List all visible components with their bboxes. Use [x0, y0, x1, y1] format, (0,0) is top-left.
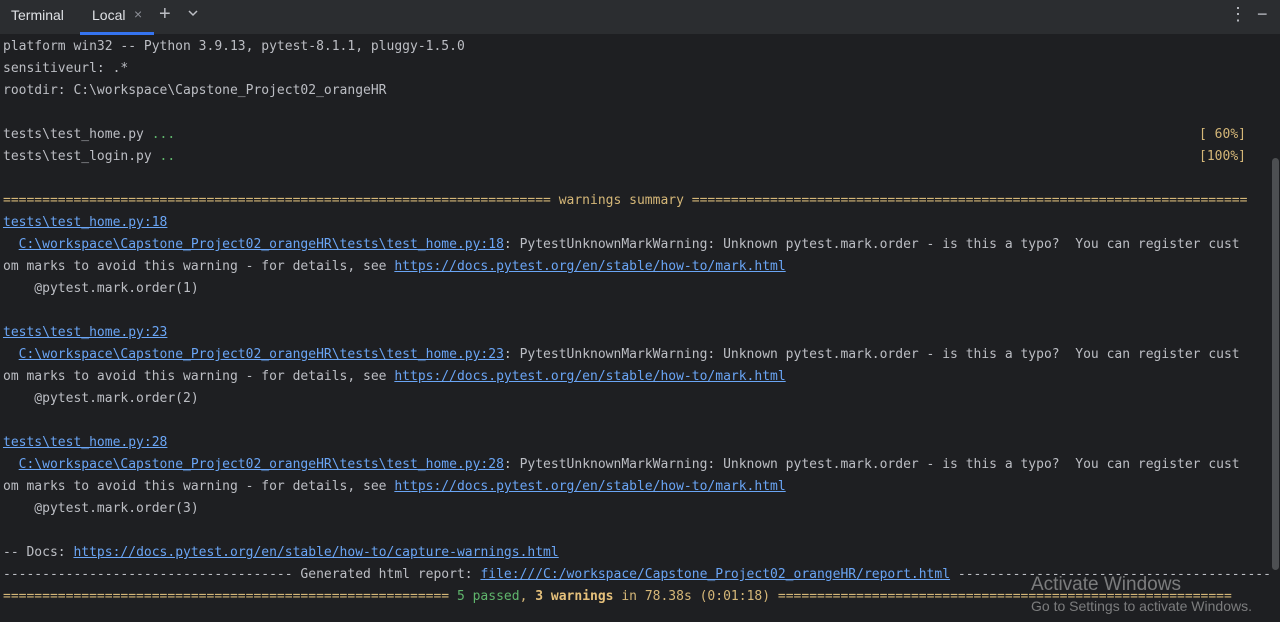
tab-local-label: Local	[92, 7, 126, 23]
vertical-scrollbar[interactable]	[1272, 158, 1279, 570]
warning-path-link[interactable]: C:\workspace\Capstone_Project02_orangeHR…	[19, 457, 504, 472]
progress-percent: [ 60%]	[1199, 127, 1246, 142]
warning-line: om marks to avoid this warning - for det…	[3, 369, 786, 384]
progress-percent: [100%]	[1199, 149, 1246, 164]
docs-link[interactable]: https://docs.pytest.org/en/stable/how-to…	[394, 369, 785, 384]
warning-line: om marks to avoid this warning - for det…	[3, 259, 786, 274]
warning-ref-line: tests\test_home.py:23	[3, 322, 167, 344]
more-options-icon[interactable]: ⋮	[1229, 4, 1247, 25]
warning-ref-line: tests\test_home.py:28	[3, 432, 167, 454]
warning-line: C:\workspace\Capstone_Project02_orangeHR…	[18, 347, 1240, 362]
warning-line: C:\workspace\Capstone_Project02_orangeHR…	[18, 457, 1240, 472]
test-result-line: tests\test_home.py ...[ 60%]	[3, 124, 1258, 146]
decorator-line: @pytest.mark.order(1)	[3, 281, 199, 296]
warning-line: om marks to avoid this warning - for det…	[3, 479, 786, 494]
warnings-count: 3 warnings	[535, 589, 614, 604]
terminal-output[interactable]: platform win32 -- Python 3.9.13, pytest-…	[0, 36, 1270, 622]
tab-local[interactable]: Local ×	[80, 0, 154, 35]
watermark-title: Activate Windows	[1031, 574, 1181, 595]
test-result-line: tests\test_login.py .. [100%]	[3, 146, 1258, 168]
warning-ref-link[interactable]: tests\test_home.py:18	[3, 215, 167, 230]
warnings-summary-header: ========================================…	[3, 193, 1248, 208]
warning-ref-link[interactable]: tests\test_home.py:28	[3, 435, 167, 450]
docs-link[interactable]: https://docs.pytest.org/en/stable/how-to…	[394, 259, 785, 274]
output-line: sensitiveurl: .*	[3, 61, 129, 76]
output-line: platform win32 -- Python 3.9.13, pytest-…	[3, 39, 465, 54]
passed-count: 5 passed	[456, 589, 520, 604]
new-tab-plus-icon[interactable]: +	[159, 4, 171, 24]
output-line: rootdir: C:\workspace\Capstone_Project02…	[3, 83, 387, 98]
decorator-line: @pytest.mark.order(3)	[3, 501, 199, 516]
close-icon[interactable]: ×	[134, 6, 142, 22]
warning-path-link[interactable]: C:\workspace\Capstone_Project02_orangeHR…	[19, 347, 504, 362]
docs-line: -- Docs: https://docs.pytest.org/en/stab…	[3, 545, 559, 560]
watermark-subtitle: Go to Settings to activate Windows.	[1031, 598, 1252, 614]
warning-path-link[interactable]: C:\workspace\Capstone_Project02_orangeHR…	[19, 237, 504, 252]
warning-line: C:\workspace\Capstone_Project02_orangeHR…	[18, 237, 1240, 252]
capture-warnings-link[interactable]: https://docs.pytest.org/en/stable/how-to…	[73, 545, 558, 560]
terminal-tool-window-header: Terminal Local × + ⋮ −	[0, 0, 1280, 35]
warning-ref-link[interactable]: tests\test_home.py:23	[3, 325, 167, 340]
activate-windows-watermark: Activate Windows Go to Settings to activ…	[1031, 574, 1280, 615]
report-link[interactable]: file:///C:/workspace/Capstone_Project02_…	[480, 567, 950, 582]
tool-window-title: Terminal	[11, 7, 64, 23]
active-tab-indicator	[80, 32, 154, 35]
docs-link[interactable]: https://docs.pytest.org/en/stable/how-to…	[394, 479, 785, 494]
chevron-down-icon[interactable]	[186, 6, 200, 23]
decorator-line: @pytest.mark.order(2)	[3, 391, 199, 406]
minimize-icon[interactable]: −	[1257, 4, 1268, 25]
warning-ref-line: tests\test_home.py:18	[3, 212, 167, 234]
